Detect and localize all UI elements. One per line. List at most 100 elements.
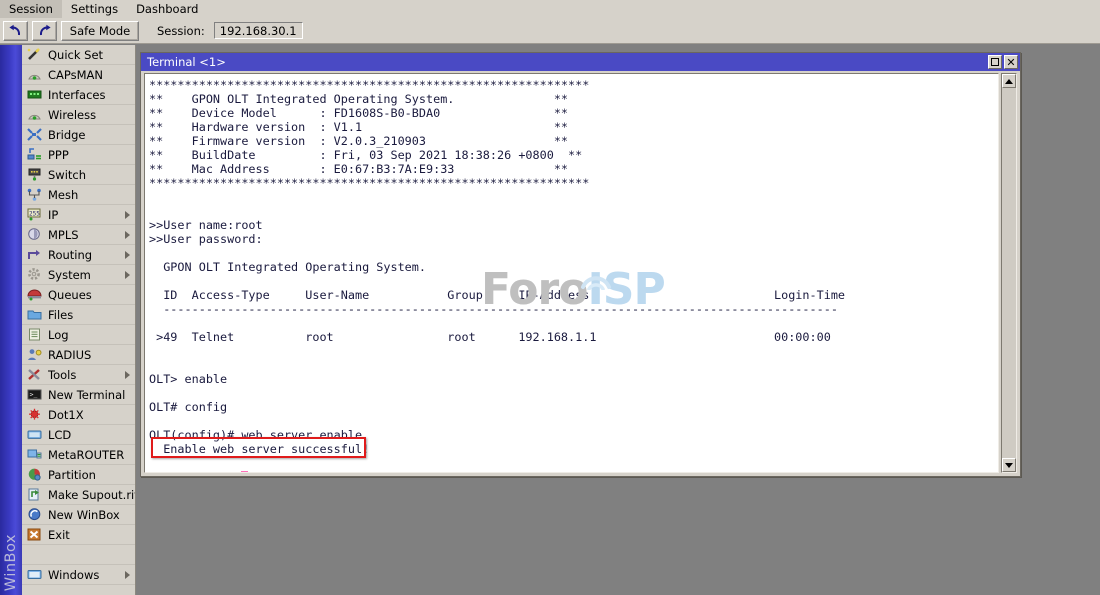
- terminal-line: ** Mac Address : E0:67:B3:7A:E9:33 **: [149, 162, 569, 176]
- chevron-right-icon: [125, 210, 130, 219]
- winbox-branding-strip: WinBox: [0, 45, 22, 595]
- sidebar-item-files[interactable]: Files: [22, 305, 135, 325]
- close-icon: ✕: [1006, 55, 1016, 69]
- folder-icon: [26, 308, 42, 322]
- terminal-line: ** Device Model : FD1608S-B0-BDA0 **: [149, 106, 569, 120]
- tools-icon: [26, 368, 42, 382]
- safe-mode-button[interactable]: Safe Mode: [61, 20, 139, 41]
- sidebar-item-lcd[interactable]: LCD: [22, 425, 135, 445]
- svg-text:255: 255: [29, 211, 40, 218]
- terminal-line: ****************************************…: [149, 176, 590, 190]
- sidebar-item-ppp[interactable]: PPP: [22, 145, 135, 165]
- terminal-prompt-line: OLT(config)#: [149, 470, 998, 472]
- terminal-line: >49 Telnet root root 192.168.1.1 00:00:0…: [149, 330, 831, 344]
- sidebar-item-windows[interactable]: Windows: [22, 565, 135, 585]
- sidebar-item-wireless[interactable]: Wireless: [22, 105, 135, 125]
- switch-icon: [26, 168, 42, 182]
- sidebar-item-label: Windows: [48, 567, 100, 582]
- sidebar-item-label: New WinBox: [48, 507, 120, 522]
- gear-icon: [26, 268, 42, 282]
- sidebar-item-label: RADIUS: [48, 347, 92, 362]
- terminal-output-area[interactable]: ****************************************…: [144, 73, 999, 473]
- interface-icon: [26, 88, 42, 102]
- restore-icon: [991, 58, 999, 66]
- sidebar-item-tools[interactable]: Tools: [22, 365, 135, 385]
- metarouter-icon: [26, 448, 42, 462]
- sidebar-item-mpls[interactable]: MPLS: [22, 225, 135, 245]
- sidebar-item-ip[interactable]: 255 IP: [22, 205, 135, 225]
- menu-item-session[interactable]: Session: [0, 0, 62, 18]
- terminal-line: ** GPON OLT Integrated Operating System.…: [149, 92, 569, 106]
- chevron-right-icon: [125, 570, 130, 579]
- terminal-title-bar[interactable]: Terminal <1> ✕: [141, 53, 1020, 71]
- undo-button[interactable]: [3, 20, 28, 41]
- scrollbar-down-button[interactable]: [1002, 458, 1016, 472]
- terminal-line: >>User password:: [149, 232, 263, 246]
- mpls-icon: [26, 228, 42, 242]
- sidebar-item-make-supout-rif[interactable]: Make Supout.rif: [22, 485, 135, 505]
- redo-arrow-icon: [37, 24, 52, 37]
- sidebar-item-metarouter[interactable]: MetaROUTER: [22, 445, 135, 465]
- sidebar-item-switch[interactable]: Switch: [22, 165, 135, 185]
- sidebar-item-system[interactable]: System: [22, 265, 135, 285]
- sidebar-item-label: LCD: [48, 427, 72, 442]
- exit-icon: [26, 528, 42, 542]
- block-cursor: [241, 471, 249, 472]
- sidebar-item-dot1x[interactable]: Dot1X: [22, 405, 135, 425]
- sidebar-item-radius[interactable]: RADIUS: [22, 345, 135, 365]
- window-icon: [26, 568, 42, 582]
- winbox-branding-label: WinBox: [3, 533, 19, 591]
- sidebar-item-quick-set[interactable]: Quick Set: [22, 45, 135, 65]
- sidebar-item-log[interactable]: Log: [22, 325, 135, 345]
- sidebar-item-label: Log: [48, 327, 69, 342]
- sidebar-item-new-terminal[interactable]: >_ New Terminal: [22, 385, 135, 405]
- lcd-icon: [26, 428, 42, 442]
- sidebar-item-label: MPLS: [48, 227, 79, 242]
- antenna-icon: [26, 68, 42, 82]
- terminal-prompt-text: OLT(config)#: [149, 470, 241, 472]
- sidebar-item-interfaces[interactable]: Interfaces: [22, 85, 135, 105]
- session-address-field[interactable]: 192.168.30.1: [213, 22, 303, 39]
- terminal-restore-button[interactable]: [988, 55, 1002, 69]
- sidebar-item-new-winbox[interactable]: New WinBox: [22, 505, 135, 525]
- sidebar-item-label: CAPsMAN: [48, 67, 104, 82]
- sidebar-item-partition[interactable]: Partition: [22, 465, 135, 485]
- sidebar-item-label: Queues: [48, 287, 92, 302]
- sidebar-item-label: Wireless: [48, 107, 97, 122]
- sidebar-item-queues[interactable]: Queues: [22, 285, 135, 305]
- sidebar-item-label: Dot1X: [48, 407, 84, 422]
- terminal-close-button[interactable]: ✕: [1004, 55, 1018, 69]
- sidebar-item-label: Interfaces: [48, 87, 106, 102]
- terminal-scrollbar[interactable]: [1001, 73, 1017, 473]
- sidebar-item-label: IP: [48, 207, 59, 222]
- sidebar-item-mesh[interactable]: Mesh: [22, 185, 135, 205]
- terminal-line: ID Access-Type User-Name Group IP-Addres…: [149, 288, 846, 302]
- sidebar-item-label: Tools: [48, 367, 77, 382]
- sidebar-item-bridge[interactable]: Bridge: [22, 125, 135, 145]
- redo-button[interactable]: [32, 20, 57, 41]
- sidebar-item-exit[interactable]: Exit: [22, 525, 135, 545]
- sidebar-menu: Quick Set CAPsMAN Interfaces Wireless Bridge…: [22, 45, 136, 595]
- menu-item-dashboard[interactable]: Dashboard: [127, 0, 207, 18]
- sidebar-item-label: Bridge: [48, 127, 86, 142]
- sidebar-item-label: MetaROUTER: [48, 447, 125, 462]
- radius-icon: [26, 348, 42, 362]
- terminal-icon: >_: [26, 388, 42, 402]
- mesh-icon: [26, 188, 42, 202]
- scrollbar-up-button[interactable]: [1002, 74, 1016, 88]
- sidebar-item-routing[interactable]: Routing: [22, 245, 135, 265]
- sidebar-item-label: Mesh: [48, 187, 79, 202]
- chevron-right-icon: [125, 270, 130, 279]
- menu-item-settings[interactable]: Settings: [62, 0, 127, 18]
- sidebar-item-capsman[interactable]: CAPsMAN: [22, 65, 135, 85]
- sidebar-item-label: Make Supout.rif: [48, 487, 135, 502]
- winbox-icon: [26, 508, 42, 522]
- terminal-line: OLT> enable: [149, 372, 228, 386]
- terminal-highlighted-line: Enable web server successful!: [149, 442, 370, 456]
